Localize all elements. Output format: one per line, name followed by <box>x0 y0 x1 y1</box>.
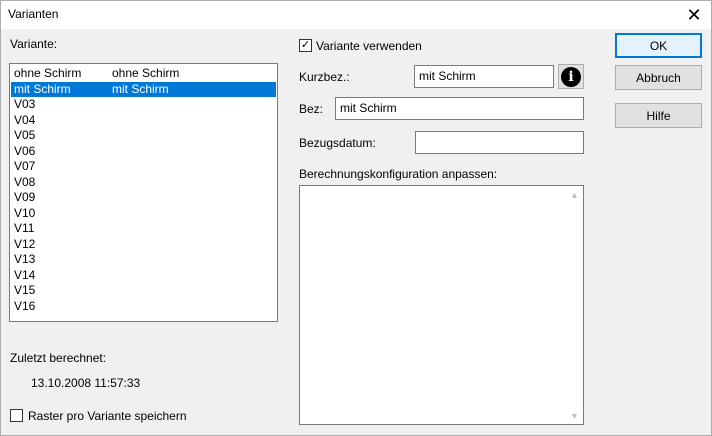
raster-label: Raster pro Variante speichern <box>28 409 187 423</box>
variant-name: V10 <box>14 205 36 220</box>
variant-name: V14 <box>14 267 36 282</box>
bez-label: Bez: <box>299 102 324 116</box>
variant-name: V11 <box>14 221 35 235</box>
list-item[interactable]: V10 <box>11 206 276 222</box>
variant-name: V08 <box>14 174 36 189</box>
variant-name: ohne Schirm <box>14 66 82 80</box>
abbruch-button[interactable]: Abbruch <box>615 65 702 90</box>
berechnungskonfiguration-textarea[interactable]: ▲ ▼ <box>299 185 584 425</box>
variant-name: V13 <box>14 252 36 266</box>
scroll-up-icon[interactable]: ▲ <box>566 186 583 203</box>
variant-name: V15 <box>14 283 36 297</box>
berechnungskonfiguration-label: Berechnungskonfiguration anpassen: <box>299 167 498 181</box>
ok-button[interactable]: OK <box>615 33 702 58</box>
list-item[interactable]: V09 <box>11 190 276 206</box>
raster-checkbox[interactable] <box>10 409 23 422</box>
variant-name: V16 <box>14 298 36 313</box>
list-item[interactable]: V07 <box>11 159 276 175</box>
variante-verwenden-checkbox[interactable]: ✓ <box>299 39 312 52</box>
variant-name: mit Schirm <box>14 81 71 96</box>
zuletzt-berechnet-value: 13.10.2008 11:57:33 <box>31 376 141 390</box>
variant-name: V09 <box>14 190 36 204</box>
bez-input[interactable]: mit Schirm <box>335 97 584 120</box>
variante-label: Variante: <box>10 37 58 51</box>
variant-name: V04 <box>14 112 36 127</box>
variant-name: V03 <box>14 97 36 111</box>
variante-verwenden-label: Variante verwenden <box>316 39 422 53</box>
kurzbez-input[interactable]: mit Schirm <box>414 65 554 88</box>
variant-name: V06 <box>14 143 36 158</box>
list-item[interactable]: V15 <box>11 283 276 299</box>
info-button[interactable]: i <box>558 64 584 89</box>
textarea-scrollbar[interactable]: ▲ ▼ <box>566 186 583 424</box>
hilfe-button[interactable]: Hilfe <box>615 103 702 128</box>
list-item[interactable]: mit Schirm mit Schirm <box>11 81 276 97</box>
list-item[interactable]: V13 <box>11 252 276 268</box>
variant-description: ohne Schirm <box>112 66 180 80</box>
variant-listbox[interactable]: ohne Schirm ohne Schirm mit Schirm mit Schi… <box>9 63 278 322</box>
check-icon: ✓ <box>300 39 311 51</box>
variant-name: V05 <box>14 128 36 142</box>
info-icon: i <box>561 66 581 87</box>
title-bar: Varianten ✕ <box>1 1 711 29</box>
close-icon[interactable]: ✕ <box>677 1 711 29</box>
list-item[interactable]: V08 <box>11 175 276 191</box>
scroll-down-icon[interactable]: ▼ <box>566 407 583 424</box>
list-item[interactable]: V03 <box>11 97 276 113</box>
list-item[interactable]: V05 <box>11 128 276 144</box>
bezugsdatum-input[interactable] <box>415 131 584 154</box>
bezugsdatum-label: Bezugsdatum: <box>299 136 376 150</box>
list-item[interactable]: V16 <box>11 299 276 315</box>
kurzbez-label: Kurzbez.: <box>299 70 350 84</box>
variants-dialog: Varianten ✕ Variante: ohne Schirm ohne Sc… <box>0 0 712 436</box>
variant-description: mit Schirm <box>112 81 169 96</box>
list-item[interactable]: V14 <box>11 268 276 284</box>
variant-name: V12 <box>14 236 36 251</box>
list-item[interactable]: ohne Schirm ohne Schirm <box>11 66 276 82</box>
list-item[interactable]: V12 <box>11 237 276 253</box>
window-title: Varianten <box>8 7 59 21</box>
list-item[interactable]: V06 <box>11 144 276 160</box>
zuletzt-berechnet-label: Zuletzt berechnet: <box>10 351 107 365</box>
variant-name: V07 <box>14 159 36 173</box>
list-item[interactable]: V04 <box>11 113 276 129</box>
list-item[interactable]: V11 <box>11 221 276 237</box>
